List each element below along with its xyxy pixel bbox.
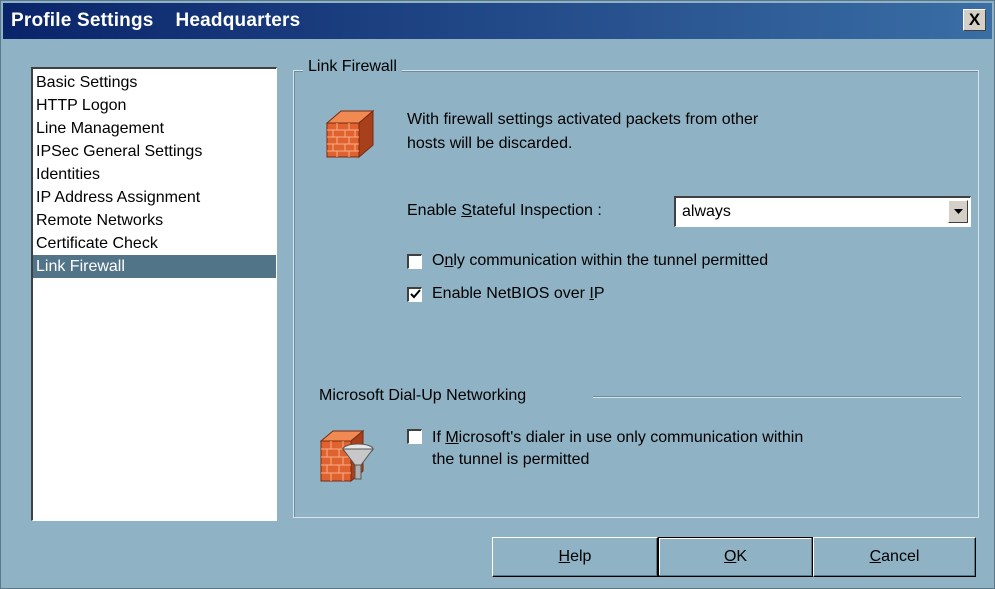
sidebar-item-ip-address-assignment[interactable]: IP Address Assignment <box>33 186 276 209</box>
sidebar-item-ipsec-general-settings[interactable]: IPSec General Settings <box>33 140 276 163</box>
stateful-label-post: tateful Inspection : <box>471 202 602 219</box>
section-divider <box>593 396 961 398</box>
firewall-description: With firewall settings activated packets… <box>407 108 758 156</box>
group-title: Link Firewall <box>303 58 402 76</box>
only-tunnel-checkbox[interactable] <box>407 254 422 269</box>
ok-button[interactable]: OK <box>658 537 813 577</box>
dialer-label: If Microsoft's dialer in use only commun… <box>432 427 803 471</box>
dialer-line1-key: M <box>445 429 459 446</box>
only-tunnel-label-pre: O <box>432 252 445 269</box>
sidebar-item-remote-networks[interactable]: Remote Networks <box>33 209 276 232</box>
settings-category-list[interactable]: Basic Settings HTTP Logon Line Managemen… <box>31 67 277 521</box>
title-bar[interactable]: Profile Settings Headquarters X <box>3 3 992 39</box>
netbios-checkbox[interactable] <box>407 287 422 302</box>
dialer-label-line-1: If Microsoft's dialer in use only commun… <box>432 427 803 449</box>
dialup-section-title: Microsoft Dial-Up Networking <box>319 387 527 404</box>
netbios-label-post: P <box>593 285 605 302</box>
profile-settings-dialog: Profile Settings Headquarters X Basic Se… <box>0 0 995 589</box>
stateful-label-pre: Enable <box>407 202 462 219</box>
brick-wall-funnel-icon <box>319 427 381 490</box>
stateful-inspection-label: Enable Stateful Inspection : <box>407 202 602 220</box>
dialer-checkbox[interactable] <box>407 429 422 444</box>
brick-wall-icon <box>323 105 379 166</box>
sidebar-item-http-logon[interactable]: HTTP Logon <box>33 94 276 117</box>
dialer-option[interactable]: If Microsoft's dialer in use only commun… <box>407 427 803 471</box>
stateful-inspection-select[interactable]: always <box>674 196 971 227</box>
sidebar-item-line-management[interactable]: Line Management <box>33 117 276 140</box>
help-rest: elp <box>570 548 592 565</box>
ok-key: O <box>723 548 737 565</box>
dialer-line1-post: icrosoft's dialer in use only communicat… <box>458 429 804 446</box>
close-icon: X <box>968 10 981 29</box>
sidebar-item-certificate-check[interactable]: Certificate Check <box>33 232 276 255</box>
netbios-label-pre: Enable NetBIOS over <box>432 285 590 302</box>
only-tunnel-label-post: ly communication within the tunnel permi… <box>453 252 769 269</box>
dropdown-button[interactable] <box>948 200 968 223</box>
cancel-key: C <box>869 548 882 565</box>
window-title: Profile Settings Headquarters <box>11 10 301 31</box>
stateful-inspection-value: always <box>682 203 731 220</box>
dialer-line1-pre: If <box>432 429 446 446</box>
only-tunnel-label: Only communication within the tunnel per… <box>432 252 768 270</box>
intro-line-2: hosts will be discarded. <box>407 135 573 152</box>
only-tunnel-option[interactable]: Only communication within the tunnel per… <box>407 252 768 270</box>
netbios-label: Enable NetBIOS over IP <box>432 285 605 303</box>
dialer-label-line-2: the tunnel is permitted <box>432 451 590 468</box>
cancel-rest: ancel <box>881 548 920 565</box>
close-button[interactable]: X <box>963 9 986 31</box>
help-key: H <box>558 548 571 565</box>
chevron-down-icon <box>953 209 963 214</box>
sidebar-item-identities[interactable]: Identities <box>33 163 276 186</box>
checkmark-icon <box>410 289 421 299</box>
cancel-button[interactable]: Cancel <box>813 537 976 577</box>
netbios-option[interactable]: Enable NetBIOS over IP <box>407 285 605 303</box>
sidebar-item-basic-settings[interactable]: Basic Settings <box>33 71 276 94</box>
stateful-label-key: S <box>461 202 472 219</box>
ok-rest: K <box>736 548 748 565</box>
sidebar-item-link-firewall[interactable]: Link Firewall <box>33 255 276 278</box>
intro-line-1: With firewall settings activated packets… <box>407 111 759 128</box>
help-button[interactable]: Help <box>492 537 658 577</box>
